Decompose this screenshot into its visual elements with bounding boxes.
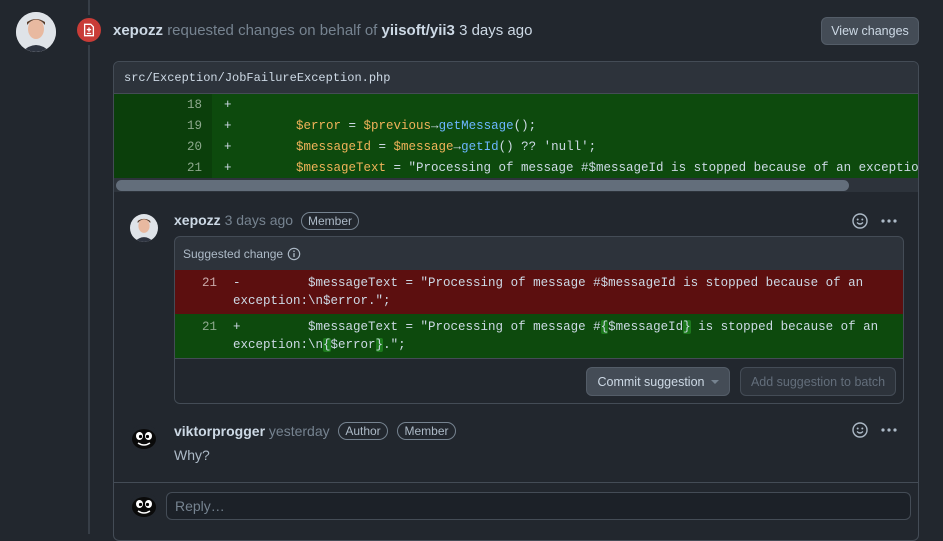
review-time[interactable]: 3 days ago xyxy=(459,22,532,39)
smiley-icon[interactable] xyxy=(850,211,870,231)
comment-avatar[interactable] xyxy=(130,214,158,242)
review-action-text: requested changes on behalf of xyxy=(167,22,378,39)
diff-line: 21 + $messageText = "Processing of messa… xyxy=(114,157,918,178)
reply-avatar xyxy=(130,492,158,520)
file-path[interactable]: src/Exception/JobFailureException.php xyxy=(114,62,918,94)
code-line: $messageId = $message→getId() ?? 'null'; xyxy=(296,139,597,154)
line-number[interactable]: 18 xyxy=(162,98,202,112)
commit-suggestion-button[interactable]: Commit suggestion xyxy=(586,367,730,396)
line-number: 21 xyxy=(201,276,217,290)
suggestion-deleted-line: 21 - $messageText = "Processing of messa… xyxy=(175,270,903,314)
suggested-change-title: Suggested change xyxy=(183,246,284,261)
diff-sign: + xyxy=(224,118,232,133)
comment-time[interactable]: yesterday xyxy=(269,423,330,439)
suggested-change: Suggested change 21 - $messageText = "Pr… xyxy=(174,236,904,404)
reply-input[interactable]: Reply… xyxy=(166,492,911,520)
comment-header: viktorprogger yesterday xyxy=(174,423,330,439)
member-badge: Member xyxy=(397,422,456,440)
suggestion-added-line: 21 + $messageText = "Processing of messa… xyxy=(175,314,903,358)
kebab-menu-icon[interactable] xyxy=(879,211,899,231)
org-link[interactable]: yiisoft/yii3 xyxy=(382,22,455,39)
view-changes-button[interactable]: View changes xyxy=(821,17,919,45)
comment-avatar[interactable] xyxy=(130,424,158,452)
comment-time[interactable]: 3 days ago xyxy=(225,212,294,228)
code-line-wrap: exception:\n$error."; xyxy=(233,294,391,308)
reviewer-avatar[interactable] xyxy=(16,12,56,52)
comment-body: Why? xyxy=(174,447,210,463)
suggestion-actions: Commit suggestion Add suggestion to batc… xyxy=(175,358,903,403)
smiley-icon[interactable] xyxy=(850,420,870,440)
chevron-down-icon xyxy=(710,379,719,385)
add-to-batch-button[interactable]: Add suggestion to batch xyxy=(740,367,896,396)
author-badge: Author xyxy=(338,422,388,440)
line-number[interactable]: 20 xyxy=(162,140,202,154)
diff-sign: + xyxy=(224,160,232,175)
reply-divider xyxy=(114,482,918,483)
comment-header: xepozz 3 days ago xyxy=(174,212,293,228)
code-line-wrap: exception:\n{$error}."; xyxy=(233,338,406,352)
code-line: - $messageText = "Processing of message … xyxy=(233,276,864,290)
line-number[interactable]: 21 xyxy=(162,161,202,175)
code-line: + $messageText = "Processing of message … xyxy=(233,320,879,334)
line-number[interactable]: 19 xyxy=(162,119,202,133)
diff-sign: + xyxy=(224,139,232,154)
code-line: $error = $previous→getMessage(); xyxy=(296,118,537,133)
diff-line: 20 + $messageId = $message→getId() ?? 'n… xyxy=(114,136,918,157)
member-badge: Member xyxy=(301,212,359,230)
suggested-change-header: Suggested change xyxy=(175,237,903,270)
diff-line: 18 + xyxy=(114,94,918,115)
timeline-line xyxy=(88,0,90,534)
code-line: $messageText = "Processing of message #$… xyxy=(296,160,918,175)
kebab-menu-icon[interactable] xyxy=(879,420,899,440)
reviewer-name[interactable]: xepozz xyxy=(113,22,163,39)
diff-line: 19 + $error = $previous→getMessage(); xyxy=(114,115,918,136)
line-number: 21 xyxy=(201,320,217,334)
scrollbar-thumb[interactable] xyxy=(116,180,849,191)
comment-author[interactable]: viktorprogger xyxy=(174,423,265,439)
horizontal-scrollbar[interactable] xyxy=(114,178,918,192)
review-header: xepozz requested changes on behalf of yi… xyxy=(113,22,532,39)
changes-requested-icon xyxy=(74,15,104,45)
diff-sign: + xyxy=(224,97,232,112)
diff-hunk: 18 + 19 + $error = $previous→getMessage(… xyxy=(114,94,918,178)
commit-suggestion-label: Commit suggestion xyxy=(597,374,705,389)
info-icon[interactable] xyxy=(287,247,301,261)
comment-author[interactable]: xepozz xyxy=(174,212,221,228)
review-thread: src/Exception/JobFailureException.php 18… xyxy=(113,61,919,541)
